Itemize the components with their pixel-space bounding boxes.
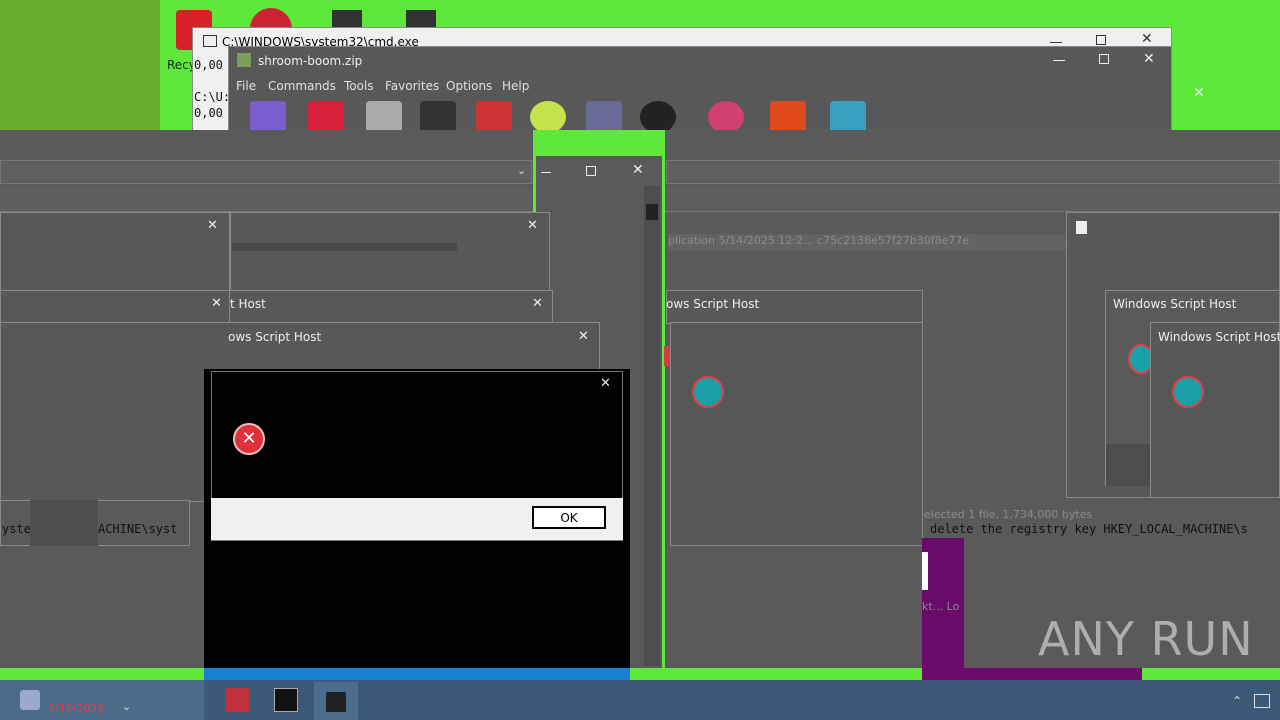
error-icon	[692, 376, 724, 408]
menu-file[interactable]: File	[236, 79, 256, 93]
wsh-window[interactable]	[230, 212, 550, 292]
close-icon[interactable]: ✕	[207, 218, 218, 233]
anyrun-watermark: ANY RUN	[1038, 612, 1254, 666]
chevron-down-icon[interactable]: ⌄	[517, 164, 526, 177]
cmd-window-icon	[203, 35, 217, 47]
test-icon[interactable]	[366, 101, 402, 133]
find-icon[interactable]	[530, 101, 566, 133]
delete-icon[interactable]	[476, 101, 512, 133]
close-icon[interactable]: ✕	[1143, 51, 1155, 67]
cmd-output-line: C:\U:	[194, 90, 231, 104]
minimize-icon[interactable]	[1050, 42, 1062, 43]
info-icon[interactable]	[640, 101, 676, 133]
wizard-icon[interactable]	[586, 101, 622, 133]
extract-icon[interactable]	[308, 101, 344, 133]
menu-help[interactable]: Help	[502, 79, 529, 93]
add-icon[interactable]	[250, 101, 286, 133]
close-icon[interactable]: ✕	[1141, 31, 1153, 47]
taskbar-app-wscript-icon	[326, 692, 346, 712]
green-bar	[0, 668, 204, 680]
console-text: yste	[2, 522, 31, 536]
wsh-window[interactable]	[1150, 322, 1280, 498]
ok-button[interactable]: OK	[532, 506, 606, 529]
desktop-background-dark	[0, 0, 160, 130]
winrar-icon	[237, 53, 251, 67]
winrar-title: shroom-boom.zip	[258, 54, 363, 68]
purple-bottom	[922, 668, 1142, 680]
error-icon: ✕	[233, 423, 265, 455]
wsh-title: Windows Script Host	[1113, 297, 1237, 311]
address-bar-right[interactable]	[666, 160, 1280, 184]
close-icon[interactable]: ✕	[578, 329, 589, 344]
start-icon[interactable]	[20, 690, 40, 710]
small-window-titlebar	[533, 130, 665, 156]
file-row[interactable]: plication 5/14/2025 12:2... c75c2138e57f…	[668, 234, 1078, 250]
small-label: kt... Lo	[922, 600, 960, 613]
wsh-window[interactable]	[670, 322, 923, 546]
status-bar-text: elected 1 file, 1,734,000 bytes	[924, 508, 1093, 521]
address-bar[interactable]	[0, 160, 532, 184]
minimize-icon[interactable]	[541, 172, 551, 173]
wsh-title: ows Script Host	[666, 297, 760, 311]
wsh-title: t Host	[230, 297, 266, 311]
notepad-icon	[1076, 221, 1087, 234]
cmd-output-line: 0,00	[194, 106, 223, 120]
console-block	[30, 500, 98, 546]
menu-tools[interactable]: Tools	[344, 79, 374, 93]
minimize-icon[interactable]	[1053, 60, 1065, 61]
close-icon[interactable]: ✕	[1193, 85, 1205, 101]
green-bar	[630, 668, 922, 680]
taskbar-clock: 5/15/2025	[48, 702, 105, 715]
wsh-window[interactable]	[0, 212, 230, 292]
console-text: ACHINE\syst	[98, 522, 178, 536]
maximize-icon[interactable]	[1096, 35, 1106, 45]
close-icon[interactable]: ✕	[527, 218, 538, 233]
console-text: delete the registry key HKEY_LOCAL_MACHI…	[930, 522, 1248, 536]
close-icon[interactable]: ✕	[632, 162, 644, 178]
taskbar-app-winrar[interactable]	[226, 688, 250, 712]
taskbar-app-cmd[interactable]	[274, 688, 298, 712]
comment-icon[interactable]	[770, 101, 806, 133]
virusscan-icon[interactable]	[708, 101, 744, 133]
chevron-down-icon[interactable]: ⌄	[122, 700, 131, 713]
error-icon	[664, 346, 670, 366]
tray-chevron-icon[interactable]: ⌃	[1232, 694, 1242, 708]
close-icon[interactable]: ✕	[532, 296, 543, 311]
wsh-title: Windows Script Host	[1158, 330, 1280, 344]
scrollbar[interactable]	[644, 186, 660, 666]
green-bar	[1142, 668, 1280, 680]
view-icon[interactable]	[420, 101, 456, 133]
progress-bar	[232, 243, 457, 251]
menu-favorites[interactable]: Favorites	[385, 79, 439, 93]
menu-commands[interactable]: Commands	[268, 79, 336, 93]
wsh-footer	[1106, 444, 1150, 486]
wsh-window[interactable]	[229, 290, 553, 324]
error-icon	[1172, 376, 1204, 408]
wsh-window[interactable]	[0, 290, 230, 324]
sfx-icon[interactable]	[830, 101, 866, 133]
close-icon[interactable]: ✕	[211, 296, 222, 311]
wsh-title: ows Script Host	[228, 330, 322, 344]
blue-bar	[204, 668, 630, 680]
maximize-icon[interactable]	[586, 166, 596, 176]
close-icon[interactable]: ✕	[600, 376, 611, 391]
maximize-icon[interactable]	[1099, 54, 1109, 64]
menu-options[interactable]: Options	[446, 79, 492, 93]
cmd-output-line: 0,00	[194, 58, 223, 72]
white-notch	[922, 552, 928, 590]
network-icon[interactable]	[1254, 694, 1270, 708]
scrollbar-thumb[interactable]	[646, 204, 658, 220]
